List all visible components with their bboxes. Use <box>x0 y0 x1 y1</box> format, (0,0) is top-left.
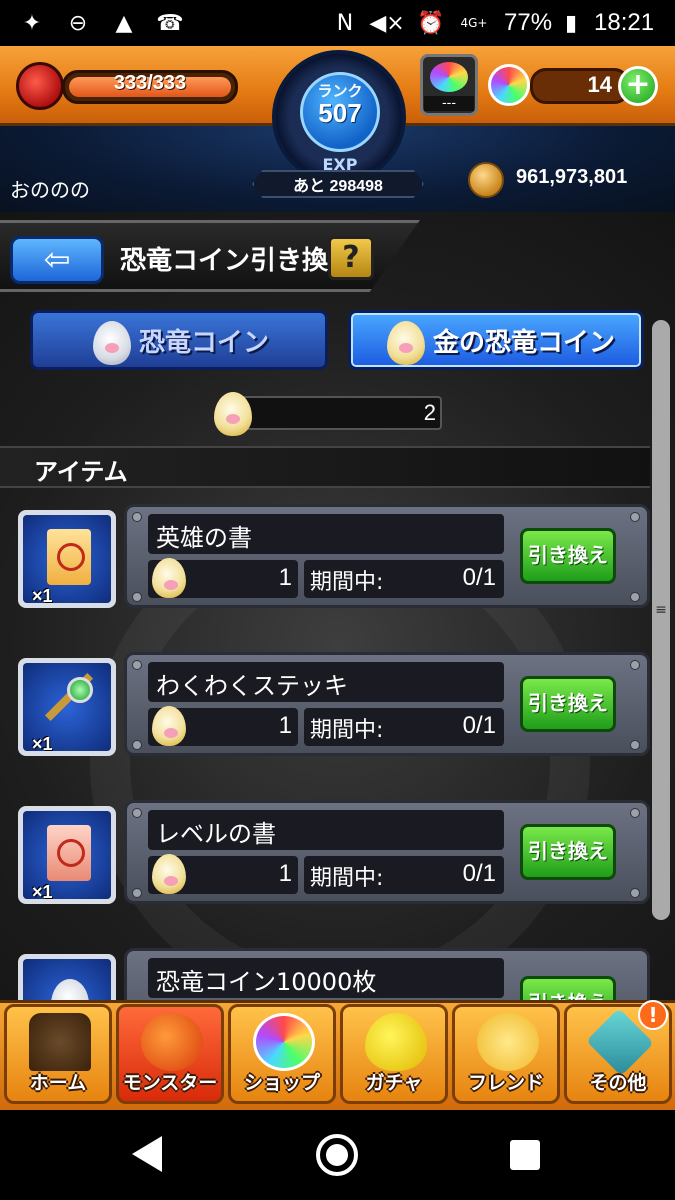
nav-gacha[interactable]: ガチャ <box>340 1004 448 1104</box>
clock: 18:21 <box>594 9 655 36</box>
home-icon <box>29 1013 91 1071</box>
rank-value: 507 <box>318 98 362 128</box>
period-value: 0/1 <box>462 564 496 591</box>
call-icon: ☎ <box>156 10 184 36</box>
period-value: 0/1 <box>462 860 496 887</box>
silver-egg-icon <box>93 321 131 365</box>
battery-percent: 77% <box>504 9 553 36</box>
list-item: ×1 レベルの書 1 期間中: 0/1 引き換え <box>0 800 650 910</box>
gold-egg-icon <box>387 321 425 365</box>
gold-coin-count: 2 <box>423 400 436 425</box>
exchange-button[interactable]: 引き換え <box>520 824 616 880</box>
status-bar: ✦ ⊖ ▲ ☎ N ◀× ⏰ 4G+ 77% ▮ 18:21 <box>0 0 675 46</box>
list-item: ×1 英雄の書 1 期間中: 0/1 引き換え <box>0 504 650 614</box>
battery-icon: ▮ <box>564 10 578 36</box>
gold-egg-icon <box>152 706 186 746</box>
network-icon: 4G+ <box>460 16 488 30</box>
item-name: 英雄の書 <box>156 524 252 552</box>
gold-egg-icon <box>152 854 186 894</box>
nav-label: ホーム <box>29 1072 87 1094</box>
nfc-icon: N <box>336 10 354 36</box>
gacha-egg-icon <box>365 1013 427 1071</box>
coin-icon <box>468 162 504 198</box>
alarm-icon: ⏰ <box>417 10 445 36</box>
gem-icon <box>67 677 93 703</box>
nav-label: ショップ <box>243 1072 320 1094</box>
item-cost: 1 <box>278 860 292 887</box>
stamina-value: 333/333 <box>113 72 187 94</box>
tab-gold-dinosaur-coin[interactable]: 金の恐竜コイン <box>348 310 644 370</box>
item-quantity: ×1 <box>32 734 53 754</box>
item-cost: 1 <box>278 564 292 591</box>
help-button[interactable]: ? <box>328 236 374 280</box>
orb-count: 14 <box>587 72 612 97</box>
mute-icon: ◀× <box>369 10 405 36</box>
item-name: 恐竜コイン10000枚 <box>156 968 377 996</box>
notice-badge: ! <box>638 1000 668 1030</box>
nav-label: フレンド <box>467 1072 544 1094</box>
nav-monster[interactable]: モンスター <box>116 1004 224 1104</box>
period-label: 期間中: <box>310 718 384 743</box>
period-label: 期間中: <box>310 570 384 595</box>
section-title: アイテム <box>34 458 128 486</box>
period-label: 期間中: <box>310 866 384 891</box>
scroll-icon <box>47 529 91 585</box>
item-cost: 1 <box>278 712 292 739</box>
orb-icon <box>488 64 530 106</box>
buy-orb-button[interactable]: + <box>618 66 658 106</box>
tab-dinosaur-coin[interactable]: 恐竜コイン <box>30 310 328 370</box>
item-quantity: ×1 <box>32 586 53 606</box>
page-title: 恐竜コイン引き換え <box>120 246 355 276</box>
stamina-icon <box>16 62 64 110</box>
nav-label: モンスター <box>122 1072 218 1094</box>
tab-label: 恐竜コイン <box>139 327 270 358</box>
nav-friend[interactable]: フレンド <box>452 1004 560 1104</box>
warning-icon: ▲ <box>115 10 133 36</box>
scroll-red-icon <box>47 825 91 881</box>
do-not-disturb-icon: ⊖ <box>68 10 88 36</box>
nav-home[interactable]: ホーム <box>4 1004 112 1104</box>
system-back-icon[interactable] <box>132 1136 162 1172</box>
rainbow-pal-icon <box>430 62 468 92</box>
shop-orb-icon <box>253 1013 315 1071</box>
pal-slot-text: --- <box>424 96 474 111</box>
item-name: レベルの書 <box>156 820 276 848</box>
nav-shop[interactable]: ショップ <box>228 1004 336 1104</box>
period-value: 0/1 <box>462 712 496 739</box>
app-notification-icon: ✦ <box>22 10 42 36</box>
nav-label: ガチャ <box>365 1072 423 1094</box>
exp-remaining: あと 298498 <box>293 178 383 195</box>
tab-label: 金の恐竜コイン <box>433 327 616 358</box>
list-item: ×1 わくわくステッキ 1 期間中: 0/1 引き換え <box>0 652 650 762</box>
system-home-icon[interactable] <box>316 1134 358 1176</box>
username: おののの <box>10 178 90 202</box>
system-recents-icon[interactable] <box>510 1140 540 1170</box>
scroll-grip-icon[interactable]: ≡ <box>654 603 668 632</box>
friend-icon <box>477 1013 539 1071</box>
exchange-button[interactable]: 引き換え <box>520 528 616 584</box>
item-quantity: ×1 <box>32 882 53 902</box>
coin-total: 961,973,801 <box>516 166 628 188</box>
nav-label: その他 <box>589 1072 647 1094</box>
monster-icon <box>141 1013 203 1071</box>
exchange-button[interactable]: 引き換え <box>520 676 616 732</box>
gold-egg-icon <box>152 558 186 598</box>
back-button[interactable]: ⇦ <box>10 236 104 284</box>
item-name: わくわくステッキ <box>156 672 348 700</box>
back-arrow-icon: ⇦ <box>43 240 71 278</box>
